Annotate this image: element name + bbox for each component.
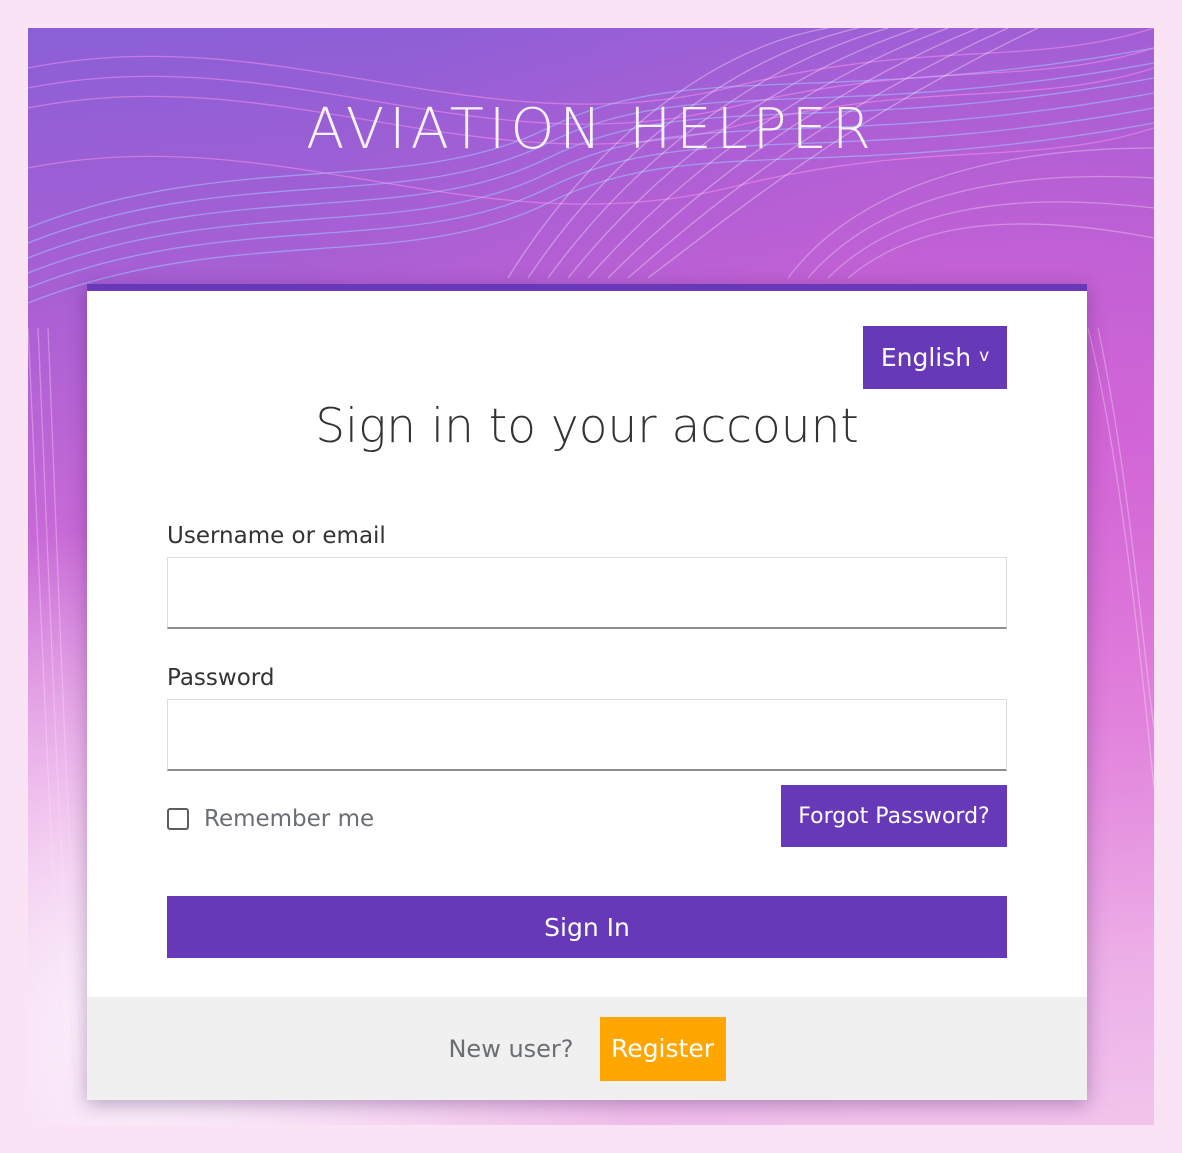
register-button[interactable]: Register bbox=[599, 1016, 726, 1081]
password-input[interactable] bbox=[167, 699, 1007, 771]
username-label: Username or email bbox=[167, 523, 386, 549]
login-card: English v Sign in to your account Userna… bbox=[87, 284, 1087, 1100]
remember-me-checkbox[interactable] bbox=[167, 808, 189, 830]
language-selector[interactable]: English v bbox=[863, 326, 1007, 389]
sign-in-button[interactable]: Sign In bbox=[167, 896, 1007, 958]
username-input[interactable] bbox=[167, 557, 1007, 629]
language-label: English bbox=[880, 343, 972, 372]
login-background: AVIATION HELPER English v Sign in to you… bbox=[28, 28, 1154, 1125]
forgot-password-button[interactable]: Forgot Password? bbox=[781, 785, 1007, 847]
register-footer: New user? Register bbox=[87, 997, 1087, 1100]
remember-me-toggle[interactable]: Remember me bbox=[167, 802, 374, 836]
page-title: Sign in to your account bbox=[315, 399, 859, 454]
app-title: AVIATION HELPER bbox=[306, 97, 876, 162]
chevron-down-icon: v bbox=[979, 345, 990, 366]
password-label: Password bbox=[167, 665, 275, 691]
new-user-text: New user? bbox=[448, 1034, 574, 1063]
remember-me-label: Remember me bbox=[204, 806, 375, 832]
